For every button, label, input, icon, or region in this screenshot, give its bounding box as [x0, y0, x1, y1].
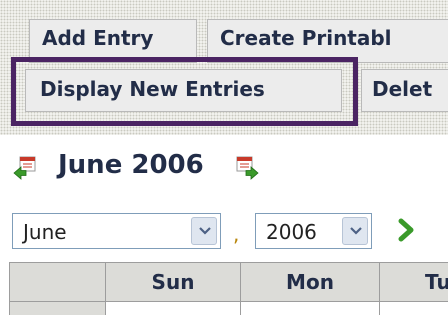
go-arrow-icon[interactable] [396, 217, 418, 243]
chevron-down-icon[interactable] [191, 217, 217, 245]
month-select[interactable]: June [12, 213, 221, 249]
highlight-box [11, 57, 358, 126]
year-select[interactable]: 2006 [255, 213, 372, 249]
calendar-row [9, 302, 448, 315]
weekday-header-tue: Tu [379, 262, 448, 302]
calendar-next-arrow-icon[interactable] [234, 155, 260, 181]
delete-tab[interactable]: Delet [361, 69, 448, 112]
calendar-weekday-header: Sun Mon Tu [9, 262, 448, 302]
calendar-title: June 2006 [58, 150, 204, 180]
date-separator: , [233, 222, 240, 246]
weekday-header-sun: Sun [105, 262, 240, 302]
year-select-value: 2006 [266, 220, 317, 244]
calendar-cell[interactable] [105, 302, 240, 315]
calendar-prev-arrow-icon[interactable] [12, 155, 38, 181]
weekday-header-mon: Mon [240, 262, 379, 302]
calendar-cell [9, 302, 105, 315]
month-select-value: June [23, 220, 67, 244]
week-column-header [9, 262, 105, 302]
chevron-down-icon[interactable] [342, 217, 368, 245]
calendar-cell[interactable] [240, 302, 379, 315]
calendar-cell[interactable] [379, 302, 448, 315]
